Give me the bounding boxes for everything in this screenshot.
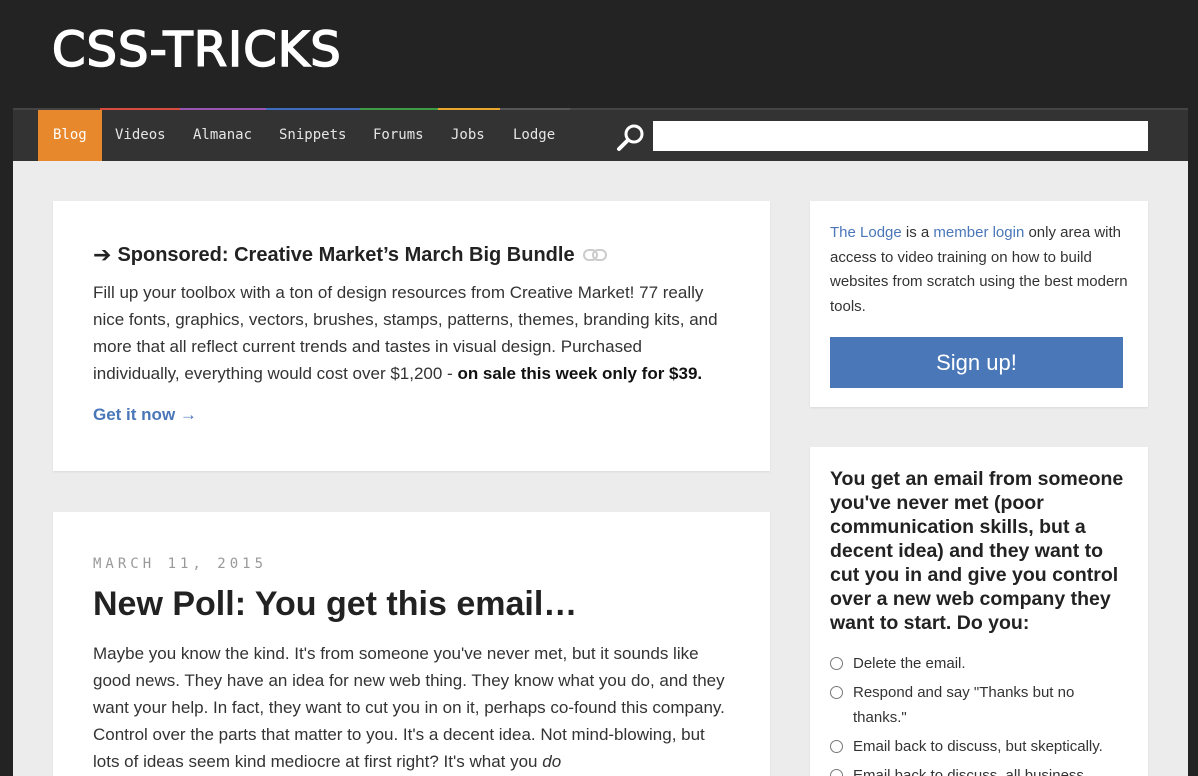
lodge-description: The Lodge is a member login only area wi… — [830, 221, 1128, 319]
sponsored-card: ➔ Sponsored: Creative Market’s March Big… — [53, 201, 770, 471]
lodge-text-1: is a — [901, 224, 934, 241]
nav-item-almanac[interactable]: Almanac — [193, 110, 252, 161]
poll-option[interactable]: Respond and say "Thanks but no thanks." — [830, 680, 1128, 730]
sponsored-body: Fill up your toolbox with a ton of desig… — [93, 279, 730, 387]
post-body-emphasis: do — [542, 752, 562, 771]
site-logo[interactable]: CSS-TRICKS — [51, 21, 342, 79]
main-content: ➔ Sponsored: Creative Market’s March Big… — [13, 161, 1188, 776]
poll-card: You get an email from someone you've nev… — [810, 447, 1148, 776]
lodge-card: The Lodge is a member login only area wi… — [810, 201, 1148, 407]
site-header: CSS-TRICKS — [0, 0, 1198, 108]
link-icon[interactable] — [582, 248, 607, 262]
search-icon[interactable] — [616, 122, 646, 152]
get-it-now-link[interactable]: Get it now → — [93, 405, 197, 425]
sign-up-button[interactable]: Sign up! — [830, 337, 1123, 388]
radio-button[interactable] — [830, 657, 843, 670]
nav-item-blog[interactable]: Blog — [38, 110, 102, 161]
nav-item-snippets[interactable]: Snippets — [279, 110, 346, 161]
poll-option-label[interactable]: Respond and say "Thanks but no thanks." — [853, 680, 1128, 730]
post-body-text: Maybe you know the kind. It's from someo… — [93, 644, 725, 771]
radio-button[interactable] — [830, 769, 843, 776]
radio-button[interactable] — [830, 686, 843, 699]
poll-option[interactable]: Delete the email. — [830, 651, 1128, 676]
main-nav: Blog Videos Almanac Snippets Forums Jobs… — [13, 108, 1188, 161]
poll-option-label[interactable]: Email back to discuss, but skeptically. — [853, 734, 1103, 759]
sponsored-title-text[interactable]: Sponsored: Creative Market’s March Big B… — [117, 244, 574, 267]
post-body: Maybe you know the kind. It's from someo… — [93, 640, 730, 775]
poll-option[interactable]: Email back to discuss, but skeptically. — [830, 734, 1128, 759]
arrow-right-icon: ➔ — [93, 242, 112, 267]
nav-item-forums[interactable]: Forums — [373, 110, 424, 161]
post-date: MARCH 11, 2015 — [93, 556, 268, 572]
poll-option-label[interactable]: Email back to discuss, all business — [853, 763, 1084, 776]
sponsored-title: ➔ Sponsored: Creative Market’s March Big… — [93, 241, 730, 269]
post-card: MARCH 11, 2015 New Poll: You get this em… — [53, 512, 770, 776]
nav-item-lodge[interactable]: Lodge — [513, 110, 555, 161]
poll-options: Delete the email. Respond and say "Thank… — [830, 651, 1128, 776]
sponsored-body-highlight: on sale this week only for $39. — [457, 364, 703, 383]
lodge-link[interactable]: The Lodge — [830, 224, 902, 241]
poll-option[interactable]: Email back to discuss, all business — [830, 763, 1128, 776]
nav-item-jobs[interactable]: Jobs — [451, 110, 485, 161]
nav-item-videos[interactable]: Videos — [115, 110, 166, 161]
radio-button[interactable] — [830, 740, 843, 753]
search-input[interactable] — [653, 121, 1148, 151]
post-title[interactable]: New Poll: You get this email… — [93, 582, 730, 626]
poll-option-label[interactable]: Delete the email. — [853, 651, 966, 676]
poll-question: You get an email from someone you've nev… — [830, 468, 1124, 634]
member-login-link[interactable]: member login — [933, 224, 1024, 241]
